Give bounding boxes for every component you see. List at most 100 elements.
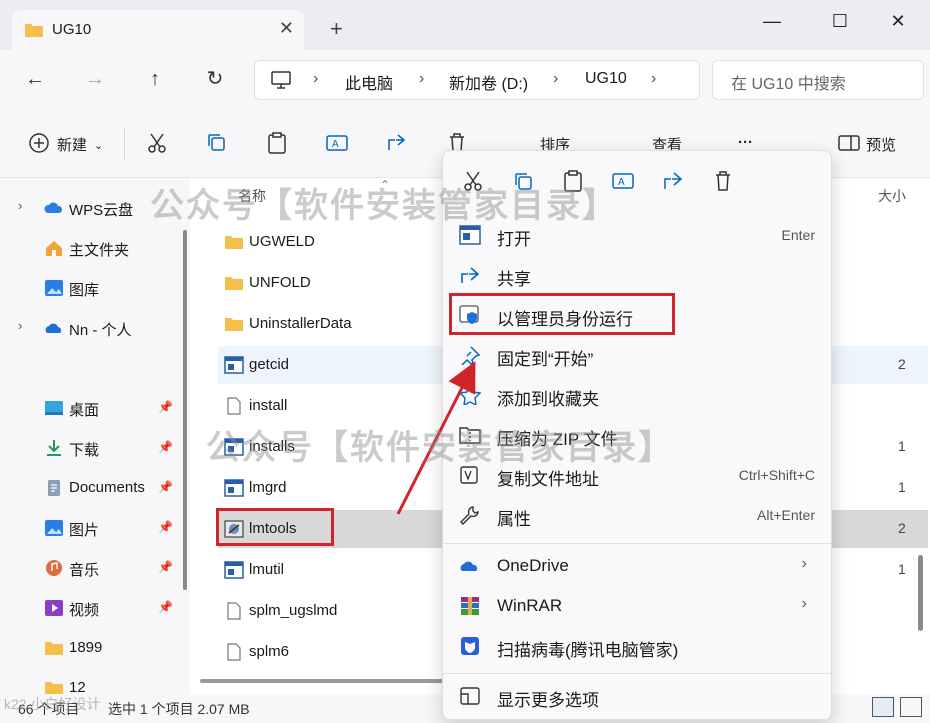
download-icon	[47, 440, 61, 456]
file-name: lmutil	[249, 561, 285, 578]
pin-icon[interactable]: 📌	[158, 560, 173, 574]
file-name: installs	[249, 438, 295, 455]
cut-icon[interactable]	[144, 130, 170, 156]
gallery-icon	[45, 280, 63, 296]
sidebar-item-gallery[interactable]: 图库	[0, 270, 186, 306]
delete-icon[interactable]	[711, 169, 735, 193]
copy-icon[interactable]	[511, 169, 535, 193]
menu-item-winrar[interactable]: WinRAR ›	[449, 587, 827, 625]
video-icon	[45, 600, 63, 616]
tiles-view-icon[interactable]	[900, 697, 922, 717]
sidebar-item-label: 图片	[69, 522, 100, 539]
horizontal-scrollbar[interactable]	[200, 679, 444, 683]
music-icon	[46, 560, 62, 576]
search-input[interactable]: 在 UG10 中搜索	[712, 60, 924, 100]
file-name: UNFOLD	[249, 274, 311, 291]
menu-item-compress-zip[interactable]: 压缩为 ZIP 文件	[449, 416, 827, 454]
share-icon[interactable]	[384, 130, 410, 156]
rename-icon[interactable]: A	[324, 130, 350, 156]
file-name: install	[249, 397, 288, 414]
watermark-corner: k22 小白好设计	[4, 696, 101, 712]
folder-icon	[225, 277, 243, 290]
up-button[interactable]: ↑	[140, 64, 170, 94]
search-placeholder: 在 UG10 中搜索	[731, 76, 846, 93]
pin-icon[interactable]: 📌	[158, 400, 173, 414]
tab-ug10[interactable]: UG10 ✕	[12, 10, 304, 50]
forward-button[interactable]: →	[80, 64, 110, 94]
menu-item-share[interactable]: 共享	[449, 256, 827, 294]
menu-item-add-favorites[interactable]: 添加到收藏夹	[449, 376, 827, 414]
menu-item-label: 属性	[497, 510, 531, 529]
chevron-right-icon[interactable]: ›	[18, 318, 22, 333]
pin-icon[interactable]: 📌	[158, 440, 173, 454]
menu-item-shortcut: Enter	[781, 227, 815, 243]
close-window-button[interactable]: ✕	[878, 8, 918, 34]
pin-icon[interactable]: 📌	[158, 480, 173, 494]
menu-item-virus-scan[interactable]: 扫描病毒(腾讯电脑管家)	[449, 627, 827, 665]
file-name: splm_ugslmd	[249, 602, 338, 619]
column-header-name[interactable]: 名称	[238, 186, 266, 206]
sidebar-item-videos[interactable]: 视频 📌	[0, 590, 186, 626]
sidebar-item-desktop[interactable]: 桌面 📌	[0, 390, 186, 426]
sidebar-item-home[interactable]: 主文件夹	[0, 230, 186, 266]
new-tab-button[interactable]: +	[330, 18, 343, 40]
annotation-box-lmtools	[216, 508, 334, 546]
executable-icon	[224, 479, 244, 497]
menu-item-open[interactable]: 打开 Enter	[449, 216, 827, 254]
content-scrollbar[interactable]	[918, 555, 923, 631]
preview-button[interactable]: 预览	[866, 134, 896, 155]
sidebar-item-pictures[interactable]: 图片 📌	[0, 510, 186, 546]
breadcrumb-drive-d[interactable]: 新加卷 (D:)	[449, 70, 528, 94]
copy-icon[interactable]	[204, 130, 230, 156]
sidebar-item-label: 音乐	[69, 562, 100, 579]
more-button[interactable]: ···	[738, 134, 753, 151]
menu-item-onedrive[interactable]: OneDrive ›	[449, 547, 827, 585]
sidebar-item-onedrive[interactable]: › Nn - 个人	[0, 310, 186, 346]
executable-icon	[224, 356, 244, 374]
details-view-icon[interactable]	[872, 697, 894, 717]
file-size: 1	[898, 438, 906, 454]
preview-pane-icon[interactable]	[836, 130, 862, 156]
sidebar-item-music[interactable]: 音乐 📌	[0, 550, 186, 586]
menu-item-copy-path[interactable]: 复制文件地址 Ctrl+Shift+C	[449, 456, 827, 494]
selection-info: 选中 1 个项目 2.07 MB	[108, 701, 250, 717]
column-header-size[interactable]: 大小	[878, 186, 906, 206]
sidebar-item-1899[interactable]: 1899	[0, 630, 186, 666]
tab-close-icon[interactable]: ✕	[279, 18, 294, 39]
menu-item-pin-to-start[interactable]: 固定到“开始”	[449, 336, 827, 374]
menu-item-label: 固定到“开始”	[497, 350, 594, 369]
menu-item-show-more-options[interactable]: 显示更多选项	[449, 677, 827, 715]
cut-icon[interactable]	[461, 169, 485, 193]
pin-icon[interactable]: 📌	[158, 520, 173, 534]
address-bar[interactable]: › 此电脑 › 新加卷 (D:) › UG10 ›	[254, 60, 700, 100]
maximize-button[interactable]: ☐	[820, 8, 860, 34]
title-bar: UG10 ✕ + — ☐ ✕	[0, 0, 930, 50]
sidebar-item-downloads[interactable]: 下载 📌	[0, 430, 186, 466]
share-icon[interactable]	[661, 169, 685, 193]
zip-icon	[459, 427, 481, 444]
sidebar-item-label: WPS云盘	[69, 202, 134, 219]
refresh-button[interactable]: ↻	[200, 64, 230, 94]
sidebar-item-documents[interactable]: Documents 📌	[0, 470, 186, 506]
document-icon	[227, 397, 241, 415]
rename-icon[interactable]: A	[611, 169, 635, 193]
new-button[interactable]: 新建	[57, 134, 87, 155]
paste-icon[interactable]	[264, 130, 290, 156]
tab-title: UG10	[52, 21, 92, 38]
file-name: UninstallerData	[249, 315, 352, 332]
breadcrumb-this-pc[interactable]: 此电脑	[345, 70, 393, 94]
breadcrumb-separator: ›	[553, 70, 559, 87]
menu-item-properties[interactable]: 属性 Alt+Enter	[449, 496, 827, 534]
minimize-button[interactable]: —	[752, 8, 792, 34]
breadcrumb-ug10[interactable]: UG10	[585, 70, 627, 88]
new-plus-icon[interactable]	[26, 130, 52, 156]
chevron-right-icon: ›	[801, 595, 807, 612]
back-button[interactable]: ←	[20, 64, 50, 94]
chevron-right-icon[interactable]: ›	[18, 198, 22, 213]
paste-icon[interactable]	[561, 169, 585, 193]
pin-icon[interactable]: 📌	[158, 600, 173, 614]
menu-divider	[443, 543, 831, 544]
sidebar-item-wps-cloud[interactable]: › WPS云盘	[0, 190, 186, 226]
folder-icon	[225, 318, 243, 331]
sidebar-scrollbar[interactable]	[183, 230, 187, 590]
